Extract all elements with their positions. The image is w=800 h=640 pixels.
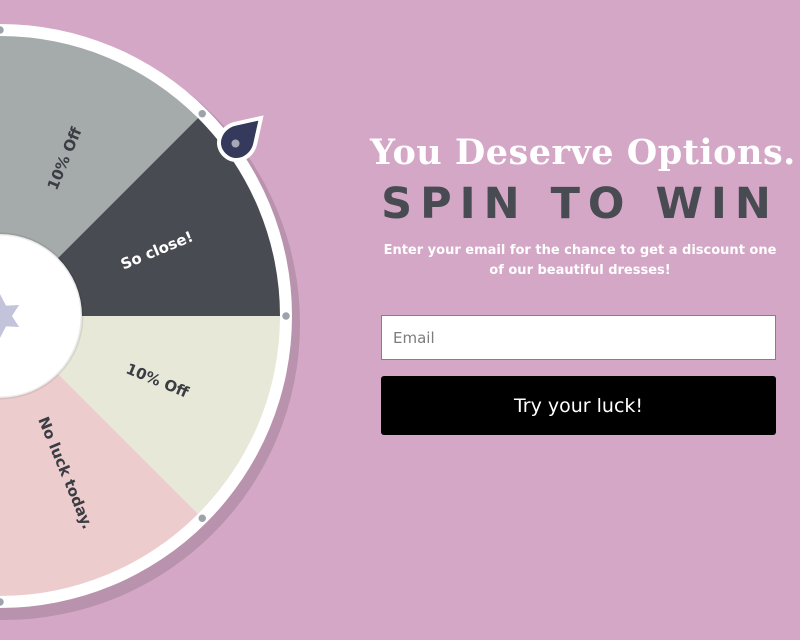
signup-panel: You Deserve Options. SPIN TO WIN Enter y… <box>370 120 796 435</box>
description-text: Enter your email for the chance to get a… <box>383 243 777 278</box>
headline: You Deserve Options. <box>370 132 796 173</box>
wheel-peg <box>0 596 6 608</box>
wheel-peg <box>196 512 208 524</box>
wheel-peg <box>0 24 6 36</box>
email-field[interactable] <box>381 315 776 360</box>
page-title: SPIN TO WIN <box>381 179 779 229</box>
wheel-peg <box>280 310 292 322</box>
wheel-peg <box>196 108 208 120</box>
try-luck-button[interactable]: Try your luck! <box>381 376 776 435</box>
